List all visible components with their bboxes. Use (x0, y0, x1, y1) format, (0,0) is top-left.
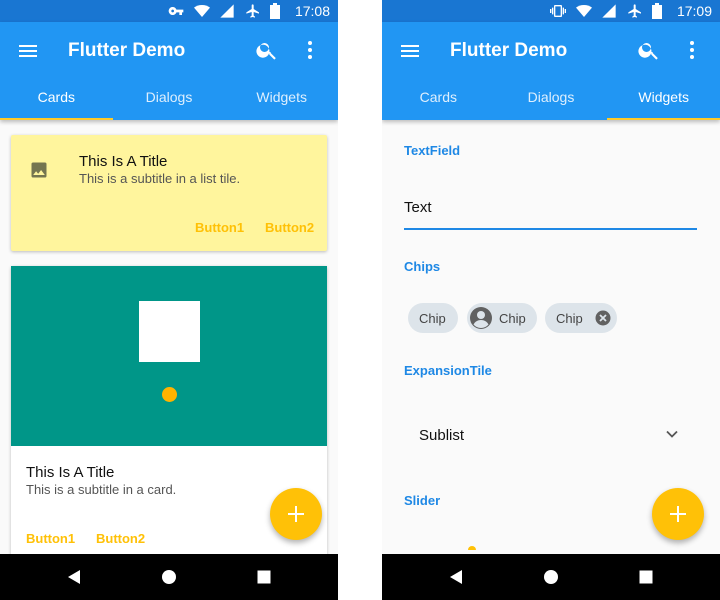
card-title: This Is A Title (79, 153, 168, 170)
slider-thumb[interactable] (468, 546, 476, 550)
menu-icon[interactable] (398, 39, 422, 63)
chip-label: Chip (556, 311, 583, 326)
add-icon (670, 506, 686, 522)
button1[interactable]: Button1 (26, 531, 75, 546)
more-vert-icon[interactable] (684, 38, 700, 62)
tab-dialogs[interactable]: Dialogs (495, 74, 608, 120)
recents-icon[interactable] (638, 569, 654, 585)
chip-deletable[interactable]: Chip (545, 303, 617, 333)
phone-screen-widgets: 17:09 Flutter Demo Cards Dialogs Widgets… (382, 0, 720, 600)
key-icon (168, 7, 184, 15)
status-bar: 17:09 (382, 0, 720, 22)
button2[interactable]: Button2 (265, 220, 314, 235)
status-time: 17:09 (676, 3, 712, 19)
tab-widgets[interactable]: Widgets (225, 74, 338, 120)
search-icon[interactable] (637, 38, 661, 62)
add-fab-button[interactable] (652, 488, 704, 540)
text-field-value: Text (404, 199, 432, 216)
expansion-tile-sublist[interactable]: Sublist (382, 405, 720, 465)
media-square (139, 301, 200, 362)
section-label-textfield: TextField (404, 143, 461, 158)
battery-icon (270, 3, 280, 19)
status-bar: 17:08 (0, 0, 338, 22)
add-fab-button[interactable] (270, 488, 322, 540)
chip-label: Chip (499, 311, 526, 326)
app-title: Flutter Demo (450, 40, 568, 61)
chip-with-avatar[interactable]: Chip (467, 303, 537, 333)
wifi-icon (575, 5, 592, 17)
back-icon[interactable] (66, 569, 82, 585)
battery-icon (652, 3, 662, 19)
media-dot (162, 387, 177, 402)
list-tile-card: This Is A Title This is a subtitle in a … (11, 135, 327, 251)
app-bar: Flutter Demo Cards Dialogs Widgets (382, 22, 720, 120)
signal-icon (220, 4, 234, 18)
system-nav-bar (382, 554, 720, 600)
cancel-icon[interactable] (595, 310, 611, 326)
status-time: 17:08 (294, 3, 330, 19)
expand-more-icon (666, 430, 678, 438)
airplane-icon (627, 4, 641, 18)
tab-cards[interactable]: Cards (382, 74, 495, 120)
text-field[interactable]: Text (404, 190, 697, 230)
button2[interactable]: Button2 (96, 531, 145, 546)
home-icon[interactable] (543, 569, 559, 585)
app-bar: Flutter Demo Cards Dialogs Widgets (0, 22, 338, 120)
tab-widgets[interactable]: Widgets (607, 74, 720, 120)
more-vert-icon[interactable] (302, 38, 318, 62)
status-icons (545, 3, 662, 19)
menu-icon[interactable] (16, 39, 40, 63)
airplane-icon (245, 4, 259, 18)
card-title: This Is A Title (26, 464, 115, 481)
section-label-slider: Slider (404, 493, 441, 508)
system-nav-bar (0, 554, 338, 600)
card-subtitle: This is a subtitle in a card. (26, 482, 177, 497)
wifi-icon (193, 5, 210, 17)
recents-icon[interactable] (256, 569, 272, 585)
tab-bar: Cards Dialogs Widgets (0, 74, 338, 120)
chip[interactable]: Chip (408, 303, 458, 333)
image-icon (31, 162, 47, 178)
add-icon (288, 506, 304, 522)
vibrate-icon (550, 5, 567, 17)
back-icon[interactable] (448, 569, 464, 585)
account-circle-icon (470, 307, 492, 329)
tab-cards[interactable]: Cards (0, 74, 113, 120)
expansion-tile-label: Sublist (419, 427, 465, 444)
card-subtitle: This is a subtitle in a list tile. (79, 171, 241, 186)
card-media (11, 266, 327, 446)
tab-bar: Cards Dialogs Widgets (382, 74, 720, 120)
home-icon[interactable] (161, 569, 177, 585)
chip-label: Chip (419, 311, 446, 326)
app-title: Flutter Demo (68, 40, 186, 61)
phone-screen-cards: 17:08 Flutter Demo Cards Dialogs Widgets… (0, 0, 338, 600)
tab-dialogs[interactable]: Dialogs (113, 74, 226, 120)
search-icon[interactable] (255, 38, 279, 62)
section-label-expansion: ExpansionTile (404, 363, 492, 378)
signal-icon (602, 4, 616, 18)
section-label-chips: Chips (404, 259, 441, 274)
button1[interactable]: Button1 (195, 220, 244, 235)
status-icons (163, 3, 280, 19)
